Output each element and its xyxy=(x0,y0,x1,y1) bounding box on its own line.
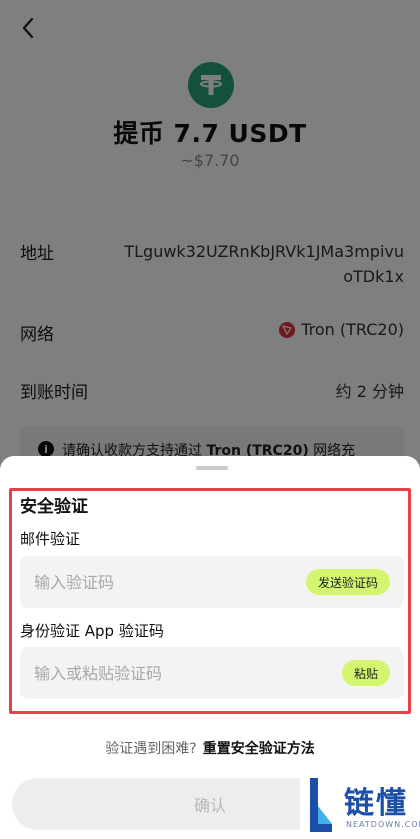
help-line: 验证遇到困难? 重置安全验证方法 xyxy=(0,738,420,758)
reset-security-link[interactable]: 重置安全验证方法 xyxy=(203,741,315,757)
authenticator-code-input[interactable] xyxy=(34,647,294,699)
watermark-logo-icon xyxy=(310,778,332,832)
send-code-button[interactable]: 发送验证码 xyxy=(306,569,390,595)
watermark: 链懂 NEATDOWN.COM xyxy=(300,772,420,839)
authenticator-code-field: 粘贴 xyxy=(20,647,404,699)
email-verification-label: 邮件验证 xyxy=(20,530,81,548)
security-title: 安全验证 xyxy=(20,497,88,517)
email-code-field: 发送验证码 xyxy=(20,556,404,608)
help-question: 验证遇到困难? xyxy=(105,741,197,757)
email-code-input[interactable] xyxy=(34,556,294,608)
paste-button[interactable]: 粘贴 xyxy=(342,660,390,686)
watermark-title: 链懂 xyxy=(344,786,408,821)
watermark-subtitle: NEATDOWN.COM xyxy=(346,820,420,829)
authenticator-label: 身份验证 App 验证码 xyxy=(20,622,164,640)
sheet-drag-handle[interactable] xyxy=(196,466,228,470)
